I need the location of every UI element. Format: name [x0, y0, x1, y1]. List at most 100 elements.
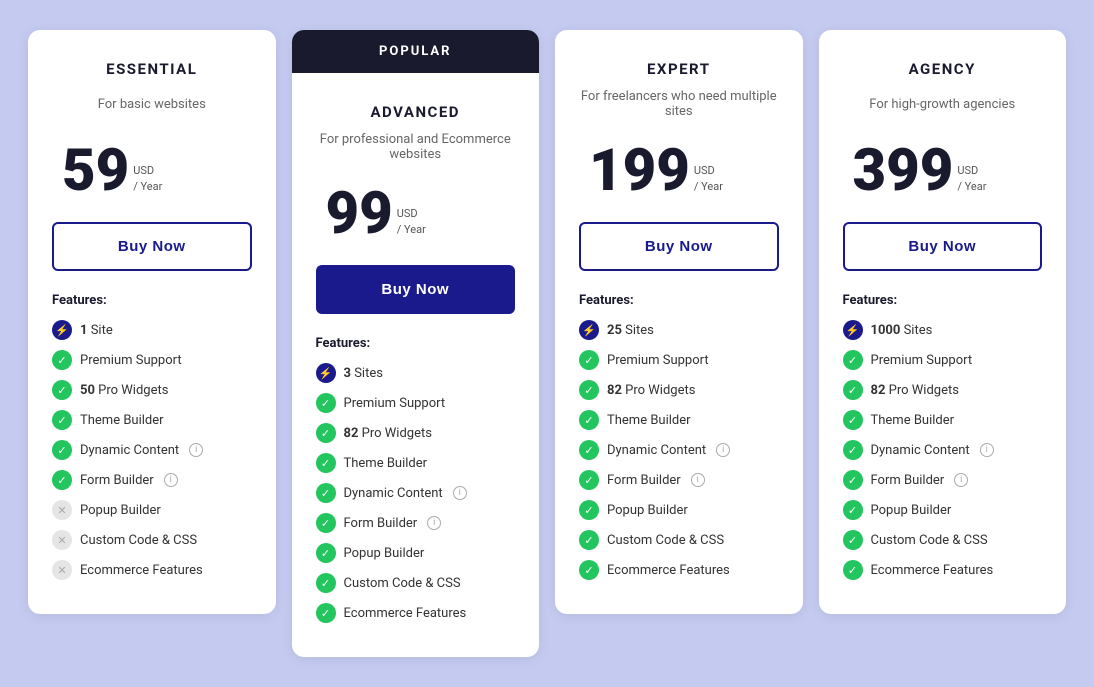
feature-text: 25 Sites — [607, 323, 654, 338]
check-icon: ✓ — [579, 410, 599, 430]
info-icon[interactable]: i — [453, 486, 467, 500]
features-label-agency: Features: — [843, 293, 1043, 308]
price-number-advanced: 99 — [326, 185, 393, 243]
feature-text: Premium Support — [607, 353, 709, 368]
feature-text: 1000 Sites — [871, 323, 933, 338]
check-icon: ✓ — [843, 410, 863, 430]
info-icon[interactable]: i — [954, 473, 968, 487]
feature-text: Premium Support — [344, 396, 446, 411]
check-icon: ✓ — [843, 530, 863, 550]
feature-text: Custom Code & CSS — [871, 533, 988, 548]
feature-text: Popup Builder — [80, 503, 161, 518]
check-icon: ✓ — [843, 560, 863, 580]
features-label-expert: Features: — [579, 293, 779, 308]
feature-item-essential-0: ⚡1 Site — [52, 320, 252, 340]
info-icon[interactable]: i — [164, 473, 178, 487]
bolt-icon: ⚡ — [843, 320, 863, 340]
feature-text: Theme Builder — [344, 456, 428, 471]
bolt-icon: ⚡ — [316, 363, 336, 383]
feature-text: Theme Builder — [607, 413, 691, 428]
feature-item-agency-8: ✓Ecommerce Features — [843, 560, 1043, 580]
feature-text: 82 Pro Widgets — [344, 426, 432, 441]
check-icon: ✓ — [316, 543, 336, 563]
x-icon: ✕ — [52, 560, 72, 580]
feature-text: Theme Builder — [80, 413, 164, 428]
feature-text: Dynamic Content — [607, 443, 706, 458]
feature-item-expert-6: ✓Popup Builder — [579, 500, 779, 520]
buy-btn-expert[interactable]: Buy Now — [579, 222, 779, 271]
check-icon: ✓ — [579, 350, 599, 370]
feature-item-essential-5: ✓Form Builderi — [52, 470, 252, 490]
info-icon[interactable]: i — [980, 443, 994, 457]
check-icon: ✓ — [316, 603, 336, 623]
feature-item-expert-2: ✓82 Pro Widgets — [579, 380, 779, 400]
feature-item-essential-8: ✕ Ecommerce Features — [52, 560, 252, 580]
buy-btn-essential[interactable]: Buy Now — [52, 222, 252, 271]
price-meta-expert: USD/ Year — [694, 163, 723, 194]
check-icon: ✓ — [316, 393, 336, 413]
price-row-expert: 199 USD/ Year — [579, 142, 779, 200]
feature-item-advanced-4: ✓Dynamic Contenti — [316, 483, 516, 503]
price-row-advanced: 99 USD/ Year — [316, 185, 516, 243]
price-number-expert: 199 — [589, 142, 690, 200]
feature-item-advanced-5: ✓ Form Builder i — [316, 513, 516, 533]
feature-item-advanced-2: ✓ 82 Pro Widgets — [316, 423, 516, 443]
check-icon: ✓ — [52, 410, 72, 430]
price-number-essential: 59 — [62, 142, 129, 200]
feature-item-expert-4: ✓ Dynamic Content i — [579, 440, 779, 460]
features-label-essential: Features: — [52, 293, 252, 308]
buy-btn-advanced[interactable]: Buy Now — [316, 265, 516, 314]
buy-btn-agency[interactable]: Buy Now — [843, 222, 1043, 271]
feature-text: Popup Builder — [607, 503, 688, 518]
check-icon: ✓ — [316, 573, 336, 593]
feature-item-advanced-7: ✓Custom Code & CSS — [316, 573, 516, 593]
info-icon[interactable]: i — [716, 443, 730, 457]
feature-text: Theme Builder — [871, 413, 955, 428]
check-icon: ✓ — [316, 513, 336, 533]
info-icon[interactable]: i — [427, 516, 441, 530]
feature-item-agency-2: ✓ 82 Pro Widgets — [843, 380, 1043, 400]
feature-item-essential-3: ✓ Theme Builder — [52, 410, 252, 430]
check-icon: ✓ — [52, 470, 72, 490]
feature-item-advanced-1: ✓ Premium Support — [316, 393, 516, 413]
check-icon: ✓ — [52, 380, 72, 400]
feature-item-agency-6: ✓Popup Builder — [843, 500, 1043, 520]
feature-text: Ecommerce Features — [344, 606, 467, 621]
feature-text: Premium Support — [80, 353, 182, 368]
check-icon: ✓ — [579, 530, 599, 550]
feature-text: Ecommerce Features — [80, 563, 203, 578]
popular-badge: POPULAR — [292, 30, 540, 73]
check-icon: ✓ — [843, 380, 863, 400]
plan-card-advanced: POPULARADVANCEDFor professional and Ecom… — [292, 30, 540, 657]
check-icon: ✓ — [316, 423, 336, 443]
feature-item-advanced-6: ✓Popup Builder — [316, 543, 516, 563]
feature-item-advanced-3: ✓Theme Builder — [316, 453, 516, 473]
check-icon: ✓ — [52, 440, 72, 460]
plan-title-advanced: ADVANCED — [316, 103, 516, 121]
info-icon[interactable]: i — [189, 443, 203, 457]
price-meta-essential: USD/ Year — [133, 163, 162, 194]
plan-title-essential: ESSENTIAL — [52, 60, 252, 78]
price-number-agency: 399 — [853, 142, 954, 200]
check-icon: ✓ — [843, 470, 863, 490]
feature-item-expert-3: ✓ Theme Builder — [579, 410, 779, 430]
feature-text: Form Builder — [607, 473, 681, 488]
plan-subtitle-agency: For high-growth agencies — [843, 86, 1043, 122]
feature-text: Dynamic Content — [80, 443, 179, 458]
feature-item-agency-7: ✓ Custom Code & CSS — [843, 530, 1043, 550]
check-icon: ✓ — [316, 483, 336, 503]
x-icon: ✕ — [52, 500, 72, 520]
check-icon: ✓ — [579, 440, 599, 460]
feature-item-advanced-8: ✓ Ecommerce Features — [316, 603, 516, 623]
pricing-grid: ESSENTIALFor basic websites 59 USD/ Year… — [20, 30, 1074, 657]
info-icon[interactable]: i — [691, 473, 705, 487]
feature-text: 82 Pro Widgets — [871, 383, 959, 398]
feature-text: 50 Pro Widgets — [80, 383, 168, 398]
feature-text: Form Builder — [344, 516, 418, 531]
feature-item-expert-5: ✓Form Builderi — [579, 470, 779, 490]
price-meta-advanced: USD/ Year — [397, 206, 426, 237]
check-icon: ✓ — [579, 380, 599, 400]
check-icon: ✓ — [843, 350, 863, 370]
feature-item-expert-1: ✓ Premium Support — [579, 350, 779, 370]
feature-text: 1 Site — [80, 323, 113, 338]
